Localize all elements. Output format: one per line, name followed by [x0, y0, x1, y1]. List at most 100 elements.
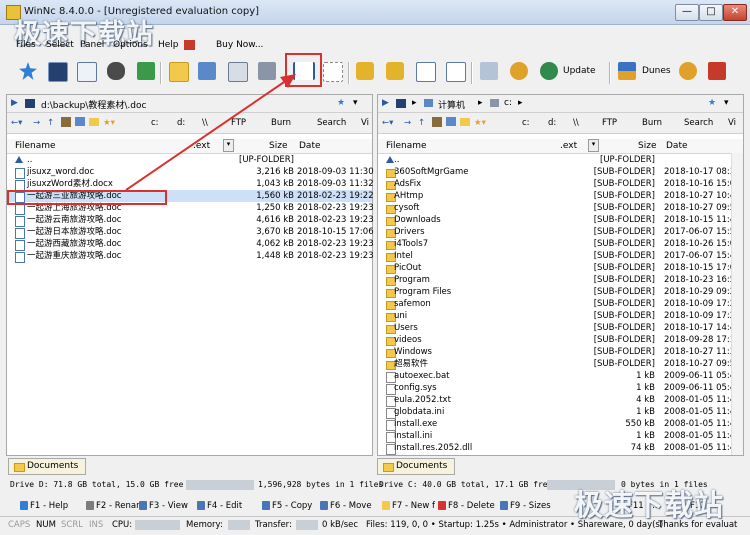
table-row[interactable]: jisuxzWord素材.docx 1,043 kB 2018-09-03 11:3… — [7, 178, 374, 191]
col-date[interactable]: Date — [666, 141, 688, 151]
bug2-button[interactable] — [676, 59, 700, 85]
menu-panel[interactable]: Panel — [80, 40, 104, 50]
table-row[interactable]: 一起游西藏旅游攻略.doc 4,062 kB 2018-02-23 19:23 — [7, 238, 374, 251]
star-icon[interactable]: ★▾ — [103, 118, 115, 128]
nav-view[interactable]: Vi — [728, 118, 736, 128]
blank-button[interactable] — [320, 59, 344, 85]
table-row[interactable]: Downloads [SUB-FOLDER] 2018-10-15 11:48 — [378, 214, 743, 226]
menu-buy-now[interactable]: Buy Now... — [216, 40, 263, 50]
nav-network[interactable]: \\ — [573, 118, 579, 128]
close-button[interactable]: ✕ — [723, 4, 747, 21]
table-row[interactable]: 360SoftMgrGame [SUB-FOLDER] 2018-10-17 08:… — [378, 166, 743, 178]
mail-button[interactable] — [225, 59, 249, 85]
breadcrumb-computer[interactable]: 计算机 — [438, 98, 465, 111]
folder-icon[interactable] — [460, 118, 470, 126]
table-row[interactable]: install.exe 550 kB 2008-01-05 11:48 — [378, 418, 743, 431]
f3-button[interactable]: F3 - View — [149, 501, 188, 511]
table-row[interactable]: .. [UP-FOLDER] — [378, 154, 743, 166]
table-row[interactable]: Intel [SUB-FOLDER] 2017-06-07 15:44 — [378, 250, 743, 262]
nav-drive-c[interactable]: c: — [151, 118, 159, 128]
back-icon[interactable]: ←▾ — [11, 118, 22, 128]
right-tab-documents[interactable]: Documents — [377, 458, 455, 475]
dunes-label[interactable]: Dunes — [642, 66, 671, 76]
chevron-down-icon[interactable]: ▾ — [353, 98, 358, 108]
table-row[interactable]: Drivers [SUB-FOLDER] 2017-06-07 15:53 — [378, 226, 743, 238]
table-row[interactable]: Program Files [SUB-FOLDER] 2018-10-29 09:2… — [378, 286, 743, 298]
play-button[interactable] — [443, 59, 467, 85]
nav-ftp[interactable]: FTP — [231, 118, 246, 128]
col-size[interactable]: Size — [638, 141, 656, 151]
unlock-button[interactable] — [383, 59, 407, 85]
monitor-icon[interactable] — [75, 117, 85, 126]
right-file-panel[interactable]: ▶ ▸ 计算机 ▸ c: ▸ ★ ▾ ←▾ → ↑ ★▾ c: d: \\ FT… — [377, 94, 744, 456]
table-row[interactable]: config.sys 1 kB 2009-06-11 05:42 — [378, 382, 743, 395]
maximize-button[interactable]: □ — [699, 4, 723, 21]
table-row[interactable]: autoexec.bat 1 kB 2009-06-11 05:42 — [378, 370, 743, 383]
book-icon[interactable] — [432, 117, 442, 127]
bug-button[interactable] — [507, 59, 531, 85]
star-icon[interactable]: ★ — [708, 98, 716, 108]
f7-button[interactable]: F7 - New f — [392, 501, 435, 511]
favorites-button[interactable] — [16, 59, 40, 85]
update-label[interactable]: Update — [563, 66, 596, 76]
forward-icon[interactable]: → — [404, 118, 411, 128]
table-row[interactable]: 超易软件 [SUB-FOLDER] 2018-10-27 09:56 — [378, 358, 743, 370]
f8-button[interactable]: F8 - Delete — [448, 501, 495, 511]
table-row[interactable]: videos [SUB-FOLDER] 2018-09-28 17:10 — [378, 334, 743, 346]
nav-drive-d[interactable]: d: — [177, 118, 185, 128]
table-row[interactable]: 一起游重庆旅游攻略.doc 1,448 kB 2018-02-23 19:23 — [7, 250, 374, 263]
nav-drive-d[interactable]: d: — [548, 118, 556, 128]
nav-network[interactable]: \\ — [202, 118, 208, 128]
chevron-down-icon[interactable]: ▾ — [588, 139, 599, 152]
up-icon[interactable]: ↑ — [418, 118, 425, 128]
sync-button[interactable] — [134, 59, 158, 85]
menu-options[interactable]: Options — [113, 40, 148, 50]
minimize-button[interactable]: — — [675, 4, 699, 21]
table-row[interactable]: i4Tools7 [SUB-FOLDER] 2018-10-26 15:08 — [378, 238, 743, 250]
col-ext[interactable]: .ext — [193, 141, 210, 151]
chevron-down-icon[interactable]: ▾ — [223, 139, 234, 152]
nav-burn[interactable]: Burn — [642, 118, 662, 128]
table-row[interactable]: 一起游日本旅游攻略.doc 3,670 kB 2018-10-15 17:06 — [7, 226, 374, 239]
table-row[interactable]: .. [UP-FOLDER] — [7, 154, 372, 166]
book-icon[interactable] — [61, 117, 71, 127]
network-button[interactable] — [195, 59, 219, 85]
left-column-header[interactable]: Filename .ext ▾ Size Date — [7, 139, 372, 154]
monitor-icon[interactable] — [446, 117, 456, 126]
table-row[interactable]: cysoft [SUB-FOLDER] 2018-10-27 09:56 — [378, 202, 743, 214]
f2-button[interactable]: F2 - Renan — [96, 501, 142, 511]
menu-files[interactable]: Files — [16, 40, 36, 50]
table-row[interactable]: PicOut [SUB-FOLDER] 2018-10-15 17:04 — [378, 262, 743, 274]
nav-ftp[interactable]: FTP — [602, 118, 617, 128]
edit-button[interactable] — [477, 59, 501, 85]
col-size[interactable]: Size — [269, 141, 287, 151]
table-row[interactable]: install.ini 1 kB 2008-01-05 11:48 — [378, 430, 743, 443]
table-row[interactable]: Users [SUB-FOLDER] 2018-10-17 14:41 — [378, 322, 743, 334]
table-row[interactable]: safemon [SUB-FOLDER] 2018-10-09 17:29 — [378, 298, 743, 310]
left-path-text[interactable]: d:\backup\教程素材\.doc — [41, 98, 146, 111]
col-filename[interactable]: Filename — [15, 141, 56, 151]
find-button[interactable] — [104, 59, 128, 85]
table-row[interactable]: jisuxz_word.doc 3,216 kB 2018-09-03 11:30 — [7, 166, 374, 179]
lock-button[interactable] — [353, 59, 377, 85]
right-scrollbar[interactable] — [731, 153, 743, 455]
f5-button[interactable]: F5 - Copy — [272, 501, 312, 511]
nav-drive-c[interactable]: c: — [522, 118, 530, 128]
folder-icon[interactable] — [89, 118, 99, 126]
col-date[interactable]: Date — [299, 141, 321, 151]
nav-view[interactable]: Vi — [361, 118, 369, 128]
chevron-down-icon[interactable]: ▾ — [724, 98, 729, 108]
forward-icon[interactable]: → — [33, 118, 40, 128]
table-row[interactable]: AdsFix [SUB-FOLDER] 2018-10-16 15:09 — [378, 178, 743, 190]
back-icon[interactable]: ←▾ — [382, 118, 393, 128]
nav-burn[interactable]: Burn — [271, 118, 291, 128]
connect-button[interactable] — [255, 59, 279, 85]
table-row[interactable]: AHtmp [SUB-FOLDER] 2018-10-27 10:42 — [378, 190, 743, 202]
star-icon[interactable]: ★▾ — [474, 118, 486, 128]
basket-button[interactable] — [705, 59, 729, 85]
menu-select[interactable]: Select — [46, 40, 74, 50]
update-button[interactable] — [537, 59, 561, 85]
table-row[interactable]: Windows [SUB-FOLDER] 2018-10-27 11:37 — [378, 346, 743, 358]
f1-button[interactable]: F1 - Help — [30, 501, 68, 511]
table-row[interactable]: Program [SUB-FOLDER] 2018-10-23 16:57 — [378, 274, 743, 286]
